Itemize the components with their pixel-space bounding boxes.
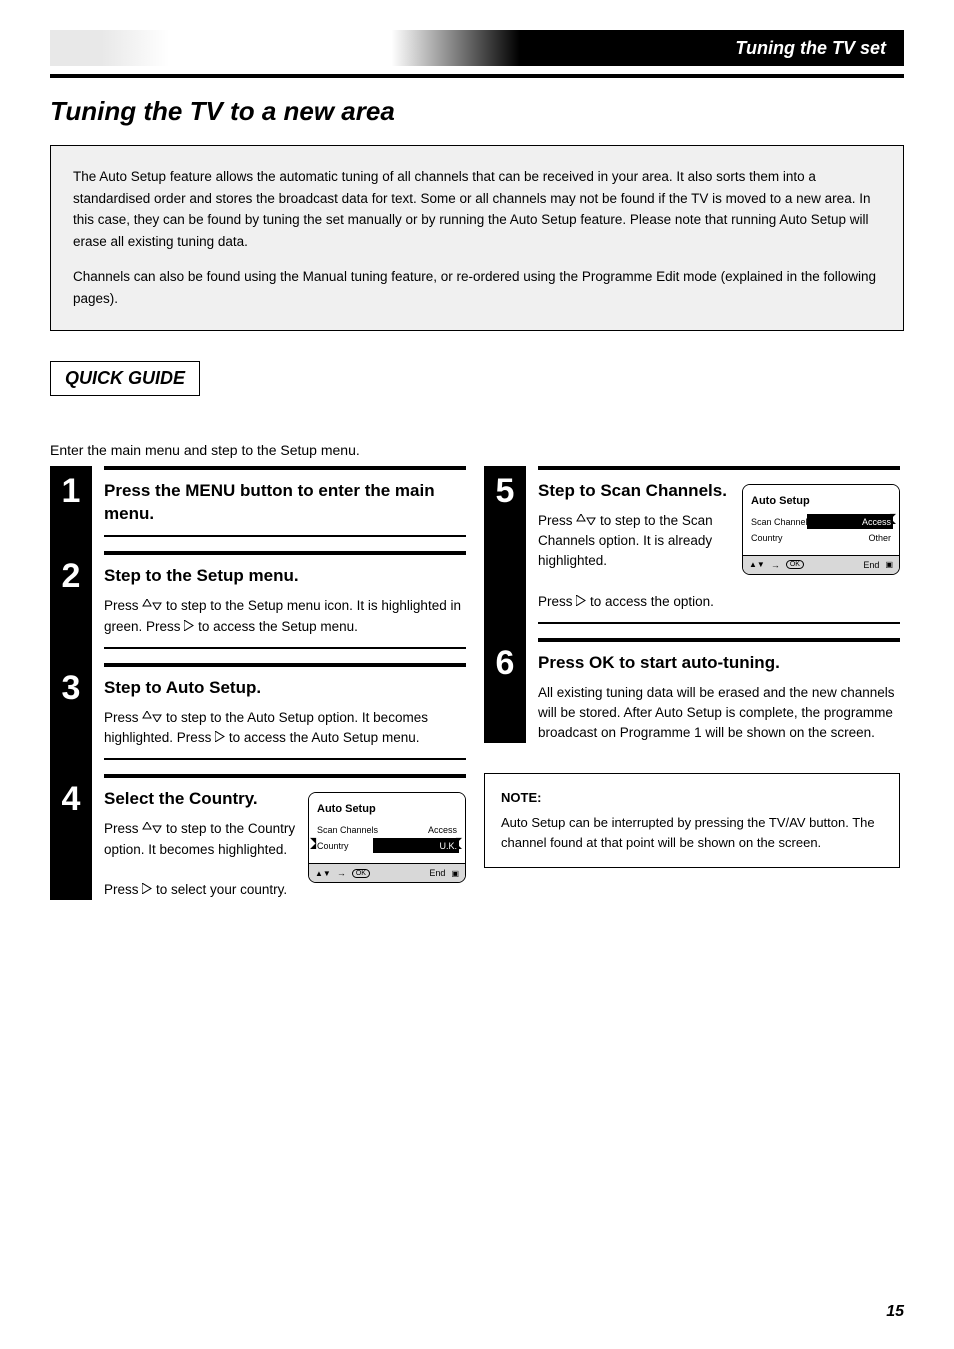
step-number: 4	[50, 774, 92, 823]
right-icon	[184, 619, 198, 634]
step-4: 4 Auto Setup Scan Channels Access	[50, 774, 466, 900]
step-desc-text: to access the option.	[590, 594, 714, 609]
nav-arrows-icon: ▲▼	[315, 869, 331, 878]
screen-title: Auto Setup	[317, 803, 457, 815]
screen-end-label: End	[429, 868, 445, 878]
step-desc-text: Press	[104, 882, 142, 897]
screen-country-label: Country	[751, 533, 783, 543]
up-down-icon	[576, 513, 600, 528]
screen-mock-auto-setup: Auto Setup ◤◣ Scan Channels Access	[742, 484, 900, 575]
step-6: 6 Press OK to start auto-tuning. All exi…	[484, 638, 900, 744]
screen-end-label: End	[863, 560, 879, 570]
step-desc-text: to access the Setup menu.	[198, 619, 358, 634]
step-desc-text: Press	[538, 594, 576, 609]
step-title-text: to start auto-tuning.	[615, 653, 780, 672]
step-title-text: Press the	[104, 481, 185, 500]
step-desc-text: Press	[538, 513, 576, 528]
note-body: Auto Setup can be interrupted by pressin…	[501, 813, 883, 853]
step-title-text: Press	[538, 653, 589, 672]
step-2: 2 Step to the Setup menu. Press to step …	[50, 551, 466, 648]
step-desc-text: All existing tuning data will be erased …	[538, 683, 900, 744]
right-icon	[215, 730, 229, 745]
screen-country-value: U.K.	[439, 841, 457, 851]
arrow-right-icon: →	[337, 868, 346, 878]
step-number: 5	[484, 466, 526, 515]
ok-badge-icon: OK	[352, 869, 370, 878]
step-desc-text: to select your country.	[156, 882, 287, 897]
right-icon	[576, 594, 590, 609]
end-icon: ▣	[885, 560, 893, 569]
page-title: Tuning the TV to a new area	[50, 96, 904, 127]
screen-footer: ▲▼ → OK End ▣	[743, 555, 899, 574]
step-number: 1	[50, 466, 92, 515]
step-desc-text: Press	[104, 598, 142, 613]
intro-text: Enter the main menu and step to the Setu…	[50, 442, 466, 458]
quick-guide-label: QUICK GUIDE	[50, 361, 200, 396]
right-icon	[142, 882, 156, 897]
step-title: Step to Auto Setup.	[104, 677, 466, 700]
step-number: 3	[50, 663, 92, 712]
note-box: NOTE: Auto Setup can be interrupted by p…	[484, 773, 900, 867]
screen-country-value: Other	[868, 533, 891, 543]
step-desc-text: Press	[104, 821, 142, 836]
screen-scan-value: Access	[862, 517, 891, 527]
ok-button-label: OK	[589, 653, 615, 672]
screen-title: Auto Setup	[751, 495, 891, 507]
up-down-icon	[142, 598, 166, 613]
step-5: 5 Auto Setup ◤◣	[484, 466, 900, 624]
step-3: 3 Step to Auto Setup. Press to step to t…	[50, 663, 466, 760]
end-icon: ▣	[451, 869, 459, 878]
ok-badge-icon: OK	[786, 560, 804, 569]
page-number: 15	[886, 1303, 904, 1321]
screen-mock-auto-setup: Auto Setup Scan Channels Access ◥◢	[308, 792, 466, 883]
screen-scan-value: Access	[428, 825, 457, 835]
up-down-icon	[142, 821, 166, 836]
step-number: 6	[484, 638, 526, 687]
screen-country-label: Country	[317, 841, 349, 851]
screen-scan-label: Scan Channels	[317, 825, 378, 835]
up-down-icon	[142, 710, 166, 725]
info-paragraph: The Auto Setup feature allows the automa…	[73, 166, 881, 252]
step-title: Step to the Setup menu.	[104, 565, 466, 588]
info-box: The Auto Setup feature allows the automa…	[50, 145, 904, 331]
screen-scan-label: Scan Channels	[751, 517, 812, 527]
arrow-right-icon: →	[771, 560, 780, 570]
nav-arrows-icon: ▲▼	[749, 560, 765, 569]
step-desc-text: to access the Auto Setup menu.	[229, 730, 420, 745]
step-1: 1 Press the MENU button to enter the mai…	[50, 466, 466, 538]
divider	[50, 74, 904, 78]
note-title: NOTE:	[501, 788, 883, 808]
screen-footer: ▲▼ → OK End ▣	[309, 863, 465, 882]
step-desc-text: Press	[104, 710, 142, 725]
info-paragraph: Channels can also be found using the Man…	[73, 266, 881, 309]
chapter-header: Tuning the TV set	[50, 30, 904, 66]
step-number: 2	[50, 551, 92, 600]
menu-button-label: MENU	[185, 481, 235, 500]
chapter-title: Tuning the TV set	[735, 38, 886, 59]
